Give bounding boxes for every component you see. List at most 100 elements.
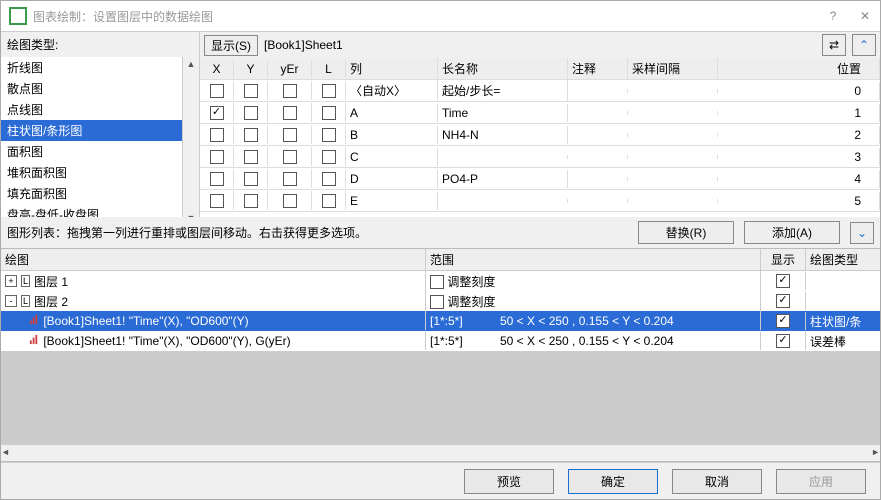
- checkbox[interactable]: [244, 150, 258, 164]
- checkbox[interactable]: [244, 84, 258, 98]
- column-grid: X Y yEr L 列 长名称 注释 采样间隔 位置 〈自动X〉起始/步长=0A…: [200, 58, 880, 217]
- expand-icon[interactable]: ⌄: [850, 222, 874, 244]
- checkbox[interactable]: [283, 194, 297, 208]
- preview-button[interactable]: 预览: [464, 469, 554, 494]
- plot-list-empty: [1, 351, 880, 444]
- plot-type-item[interactable]: 堆积面积图: [1, 162, 182, 183]
- footer: 预览 确定 取消 应用: [1, 462, 880, 499]
- checkbox[interactable]: [322, 84, 336, 98]
- app-icon: [9, 7, 27, 25]
- plot-type-item[interactable]: 面积图: [1, 141, 182, 162]
- grid-row[interactable]: DPO4-P4: [200, 168, 880, 190]
- checkbox[interactable]: [283, 106, 297, 120]
- plot-entry[interactable]: [Book1]Sheet1! "Time"(X), "OD600"(Y), G(…: [1, 331, 880, 351]
- checkbox[interactable]: [244, 172, 258, 186]
- replace-button[interactable]: 替换(R): [638, 221, 734, 244]
- plot-type-item[interactable]: 柱状图/条形图: [1, 120, 182, 141]
- h-scrollbar[interactable]: ◄ ►: [1, 444, 880, 461]
- help-button[interactable]: ?: [826, 9, 840, 23]
- titlebar: 图表绘制：设置图层中的数据绘图 ? ✕: [1, 1, 880, 31]
- sheet-label: [Book1]Sheet1: [264, 38, 816, 52]
- grid-row[interactable]: C3: [200, 146, 880, 168]
- scroll-up-icon[interactable]: ▲: [183, 57, 199, 71]
- hdr-type[interactable]: 绘图类型: [806, 249, 880, 270]
- grid-row[interactable]: E5: [200, 190, 880, 212]
- checkbox[interactable]: [210, 194, 224, 208]
- checkbox[interactable]: [283, 172, 297, 186]
- col-longname[interactable]: 长名称: [438, 58, 568, 79]
- plot-list-header: 绘图 范围 显示 绘图类型: [1, 249, 880, 271]
- layer-row[interactable]: +L 图层 1 调整刻度: [1, 271, 880, 291]
- show-button[interactable]: 显示(S): [204, 35, 258, 56]
- hdr-plot[interactable]: 绘图: [1, 249, 426, 270]
- add-button[interactable]: 添加(A): [744, 221, 840, 244]
- grid-row[interactable]: ATime1: [200, 102, 880, 124]
- plot-type-list[interactable]: 折线图散点图点线图柱状图/条形图面积图堆积面积图填充面积图盘高-盘低-收盘图: [1, 57, 182, 225]
- mid-bar: 图形列表：拖拽第一列进行重排或图层间移动。右击获得更多选项。 替换(R) 添加(…: [1, 217, 880, 248]
- plot-type-panel: 绘图类型: 折线图散点图点线图柱状图/条形图面积图堆积面积图填充面积图盘高-盘低…: [1, 32, 200, 217]
- grid-header: X Y yEr L 列 长名称 注释 采样间隔 位置: [200, 58, 880, 80]
- plot-type-scrollbar[interactable]: ▲ ▼: [182, 57, 199, 225]
- checkbox[interactable]: [244, 128, 258, 142]
- checkbox[interactable]: [210, 84, 224, 98]
- checkbox[interactable]: [322, 106, 336, 120]
- show-checkbox[interactable]: [776, 274, 790, 288]
- chart-setup-dialog: 图表绘制：设置图层中的数据绘图 ? ✕ 绘图类型: 折线图散点图点线图柱状图/条…: [0, 0, 881, 500]
- adjust-checkbox[interactable]: [430, 275, 444, 289]
- col-comment[interactable]: 注释: [568, 58, 628, 79]
- scroll-right-icon[interactable]: ►: [871, 445, 880, 461]
- checkbox[interactable]: [210, 150, 224, 164]
- show-checkbox[interactable]: [776, 314, 790, 328]
- checkbox[interactable]: [210, 128, 224, 142]
- cancel-button[interactable]: 取消: [672, 469, 762, 494]
- plot-icon: [29, 334, 40, 345]
- hdr-range[interactable]: 范围: [426, 249, 761, 270]
- col-sampling[interactable]: 采样间隔: [628, 58, 718, 79]
- checkbox[interactable]: [210, 172, 224, 186]
- layer-row[interactable]: -L 图层 2 调整刻度: [1, 291, 880, 311]
- adjust-checkbox[interactable]: [430, 295, 444, 309]
- hdr-show[interactable]: 显示: [761, 249, 806, 270]
- checkbox[interactable]: [322, 194, 336, 208]
- col-l[interactable]: L: [312, 60, 346, 78]
- expand-toggle[interactable]: -: [5, 295, 17, 307]
- col-position[interactable]: 位置: [718, 58, 880, 79]
- swap-icon[interactable]: ⇄: [822, 34, 846, 56]
- plot-type-label: 绘图类型:: [1, 32, 199, 57]
- window-title: 图表绘制：设置图层中的数据绘图: [33, 8, 826, 25]
- plot-type-item[interactable]: 折线图: [1, 57, 182, 78]
- col-y[interactable]: Y: [234, 60, 268, 78]
- layer-icon: L: [21, 295, 30, 307]
- col-yer[interactable]: yEr: [268, 60, 312, 78]
- show-checkbox[interactable]: [776, 334, 790, 348]
- checkbox[interactable]: [244, 106, 258, 120]
- checkbox[interactable]: [322, 128, 336, 142]
- checkbox[interactable]: [322, 172, 336, 186]
- plot-type-item[interactable]: 点线图: [1, 99, 182, 120]
- grid-row[interactable]: 〈自动X〉起始/步长=0: [200, 80, 880, 102]
- grid-row[interactable]: BNH4-N2: [200, 124, 880, 146]
- checkbox[interactable]: [283, 150, 297, 164]
- plot-type-item[interactable]: 散点图: [1, 78, 182, 99]
- plot-entry[interactable]: [Book1]Sheet1! "Time"(X), "OD600"(Y)[1*:…: [1, 311, 880, 331]
- checkbox[interactable]: [283, 84, 297, 98]
- close-button[interactable]: ✕: [858, 9, 872, 23]
- data-panel: 显示(S) [Book1]Sheet1 ⇄ ⌃ X Y yEr L 列 长名称 …: [200, 32, 880, 217]
- ok-button[interactable]: 确定: [568, 469, 658, 494]
- checkbox[interactable]: [210, 106, 224, 120]
- show-checkbox[interactable]: [776, 294, 790, 308]
- expand-toggle[interactable]: +: [5, 275, 17, 287]
- plot-icon: [29, 314, 40, 325]
- collapse-icon[interactable]: ⌃: [852, 34, 876, 56]
- checkbox[interactable]: [322, 150, 336, 164]
- col-x[interactable]: X: [200, 60, 234, 78]
- plot-type-item[interactable]: 填充面积图: [1, 183, 182, 204]
- plot-list: 绘图 范围 显示 绘图类型 +L 图层 1 调整刻度-L 图层 2 调整刻度 […: [1, 248, 880, 462]
- checkbox[interactable]: [244, 194, 258, 208]
- checkbox[interactable]: [283, 128, 297, 142]
- apply-button[interactable]: 应用: [776, 469, 866, 494]
- scroll-left-icon[interactable]: ◄: [1, 445, 10, 461]
- col-name[interactable]: 列: [346, 58, 438, 79]
- plot-list-label: 图形列表：拖拽第一列进行重排或图层间移动。右击获得更多选项。: [7, 224, 628, 241]
- layer-icon: L: [21, 275, 30, 287]
